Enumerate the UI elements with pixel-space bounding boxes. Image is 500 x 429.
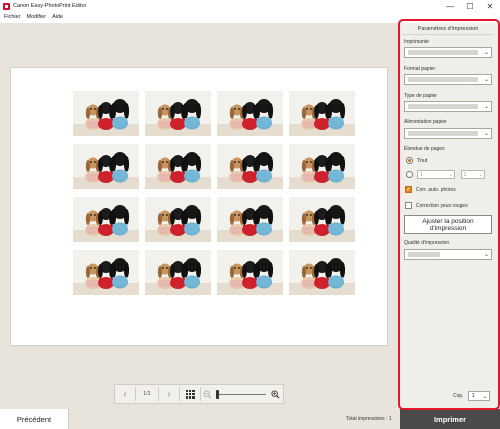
chevron-down-icon: ⌄ <box>483 104 490 110</box>
adjust-print-position-button[interactable]: Ajuster la position d'impression <box>404 215 492 234</box>
copies-value: 1 <box>471 393 475 399</box>
chevron-down-icon: ⌄ <box>483 50 490 56</box>
thumbnail-view-button[interactable] <box>180 385 200 403</box>
copies-label: Cop. <box>453 393 464 399</box>
preview-toolbar: ‹ 1/1 › <box>114 384 284 404</box>
copies-select[interactable]: 1 ⌄ <box>467 391 490 401</box>
print-quality-label: Qualité d'impression <box>404 240 450 246</box>
photo-thumbnail[interactable] <box>73 144 139 189</box>
redeye-checkbox[interactable] <box>405 202 412 209</box>
previous-button[interactable]: Précédent <box>0 409 69 429</box>
range-from-select[interactable]: 1 ⌄ <box>417 170 455 179</box>
zoom-out-icon <box>202 389 211 398</box>
preview-area: ‹ 1/1 › <box>0 23 397 409</box>
photo-thumbnail[interactable] <box>73 91 139 136</box>
menu-help[interactable]: Aide <box>52 14 63 20</box>
zoom-in-icon <box>270 389 279 398</box>
photo-thumbnail[interactable] <box>145 91 211 136</box>
photo-thumbnail[interactable] <box>289 144 355 189</box>
paper-source-label: Alimentation papier <box>404 119 447 125</box>
redeye-option[interactable]: Correction yeux rouges <box>405 202 468 209</box>
photo-thumbnail[interactable] <box>145 197 211 242</box>
maximize-button[interactable]: ☐ <box>460 0 480 12</box>
media-type-select[interactable]: ⌄ <box>404 101 492 112</box>
page-range-custom-option[interactable]: 1 ⌄ - 1 ⌄ <box>406 170 485 179</box>
redeye-label: Correction yeux rouges <box>416 202 468 209</box>
auto-correct-label: Corr. auto. photos <box>416 186 456 193</box>
print-preview-page <box>10 67 388 346</box>
photo-thumbnail[interactable] <box>217 91 283 136</box>
chevron-down-icon: ⌄ <box>483 131 490 137</box>
media-type-label: Type de papier <box>404 93 438 99</box>
printer-select[interactable]: ⌄ <box>404 47 492 58</box>
print-quality-select[interactable]: ⌄ <box>404 249 492 260</box>
photo-thumbnail[interactable] <box>145 250 211 295</box>
range-to-select[interactable]: 1 ⌄ <box>460 170 485 179</box>
next-page-button[interactable]: › <box>159 385 179 403</box>
photo-thumbnail[interactable] <box>73 197 139 242</box>
page-range-label: Étendue de pages <box>404 146 445 152</box>
auto-correct-option[interactable]: ✓ Corr. auto. photos <box>405 186 456 193</box>
zoom-slider[interactable] <box>216 389 266 399</box>
zoom-out-button[interactable] <box>201 385 213 403</box>
app-logo-icon <box>3 2 10 10</box>
previous-page-button[interactable]: ‹ <box>115 385 135 403</box>
window-controls: — ☐ ✕ <box>440 0 500 12</box>
close-button[interactable]: ✕ <box>480 0 500 12</box>
panel-heading: Paramètres d'impression <box>402 23 494 35</box>
page-range-all-option[interactable]: Tout <box>406 157 427 164</box>
zoom-slider-thumb[interactable] <box>216 389 219 399</box>
photo-thumbnail[interactable] <box>217 250 283 295</box>
copies-control: Cop. 1 ⌄ <box>453 391 490 401</box>
photo-thumbnail[interactable] <box>289 250 355 295</box>
print-button[interactable]: Imprimer <box>400 409 500 429</box>
minimize-button[interactable]: — <box>440 0 460 12</box>
radio-all[interactable] <box>406 157 413 164</box>
bottom-bar: Précédent Total impressions : 1 Imprimer <box>0 409 500 429</box>
radio-all-label: Tout <box>417 157 428 164</box>
photo-thumbnail[interactable] <box>289 197 355 242</box>
photo-thumbnail[interactable] <box>73 250 139 295</box>
radio-range[interactable] <box>406 171 413 178</box>
chevron-down-icon: ⌄ <box>483 252 490 258</box>
menu-edit[interactable]: Modifier <box>27 14 47 20</box>
window-title: Canon Easy-PhotoPrint Editor <box>13 3 87 9</box>
title-bar: Canon Easy-PhotoPrint Editor — ☐ ✕ <box>0 0 500 12</box>
paper-size-label: Format papier <box>404 66 436 72</box>
auto-correct-checkbox[interactable]: ✓ <box>405 186 412 193</box>
paper-source-select[interactable]: ⌄ <box>404 128 492 139</box>
grid-icon <box>185 389 195 399</box>
paper-size-select[interactable]: ⌄ <box>404 74 492 85</box>
photo-thumbnail[interactable] <box>145 144 211 189</box>
chevron-down-icon: ⌄ <box>482 393 488 400</box>
zoom-in-button[interactable] <box>269 385 281 403</box>
photo-thumbnail[interactable] <box>217 197 283 242</box>
photo-thumbnail[interactable] <box>217 144 283 189</box>
menu-file[interactable]: Fichier <box>4 14 21 20</box>
page-indicator: 1/1 <box>143 391 151 397</box>
menu-bar: Fichier Modifier Aide <box>0 12 500 22</box>
total-prints-text: Total impressions : 1 <box>346 416 392 422</box>
printer-label: Imprimante <box>404 39 430 45</box>
chevron-down-icon: ⌄ <box>483 77 490 83</box>
photo-grid <box>73 91 362 305</box>
range-dash: - <box>457 171 459 178</box>
photo-thumbnail[interactable] <box>289 91 355 136</box>
